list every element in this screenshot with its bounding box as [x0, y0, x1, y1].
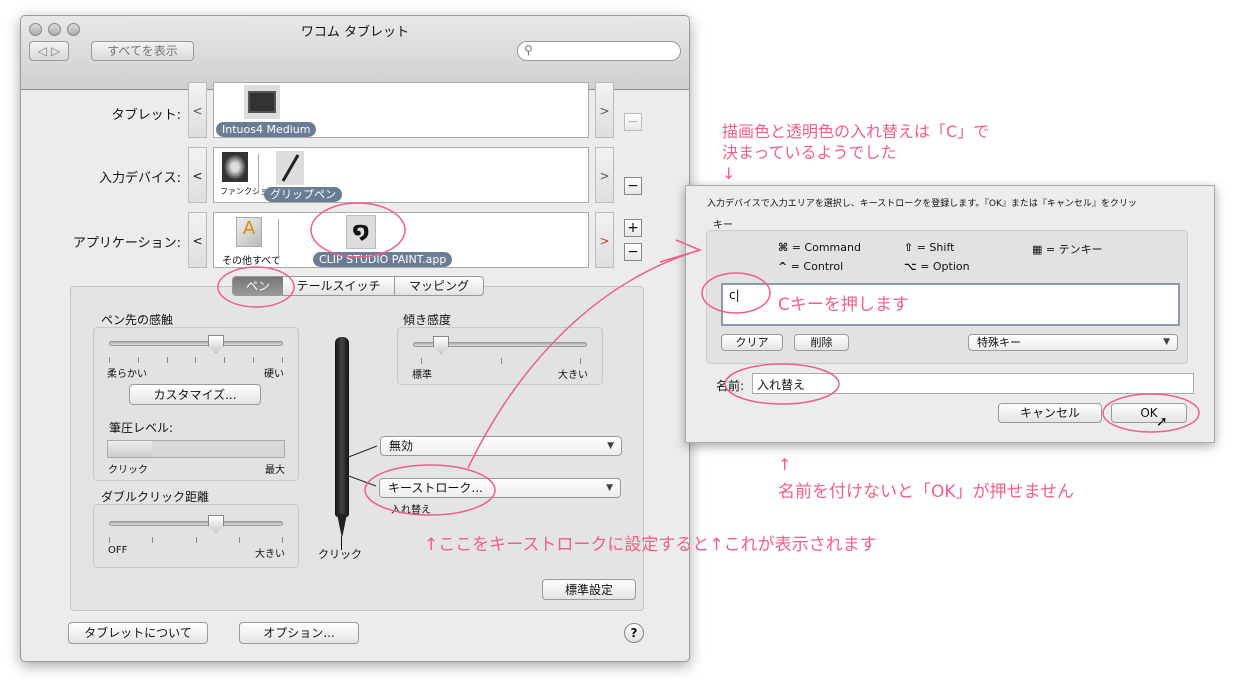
- highlight-name: [724, 363, 840, 405]
- highlight-key-input: [701, 272, 771, 314]
- arrow-head: [659, 239, 703, 263]
- highlight-clip-studio: [310, 202, 406, 258]
- annotation-curve-arrow: [467, 249, 701, 469]
- highlight-keystroke: [364, 464, 496, 516]
- annotation-overlay: [217, 202, 1200, 516]
- highlight-pen-tab: [217, 266, 295, 308]
- highlight-ok: [1102, 393, 1200, 433]
